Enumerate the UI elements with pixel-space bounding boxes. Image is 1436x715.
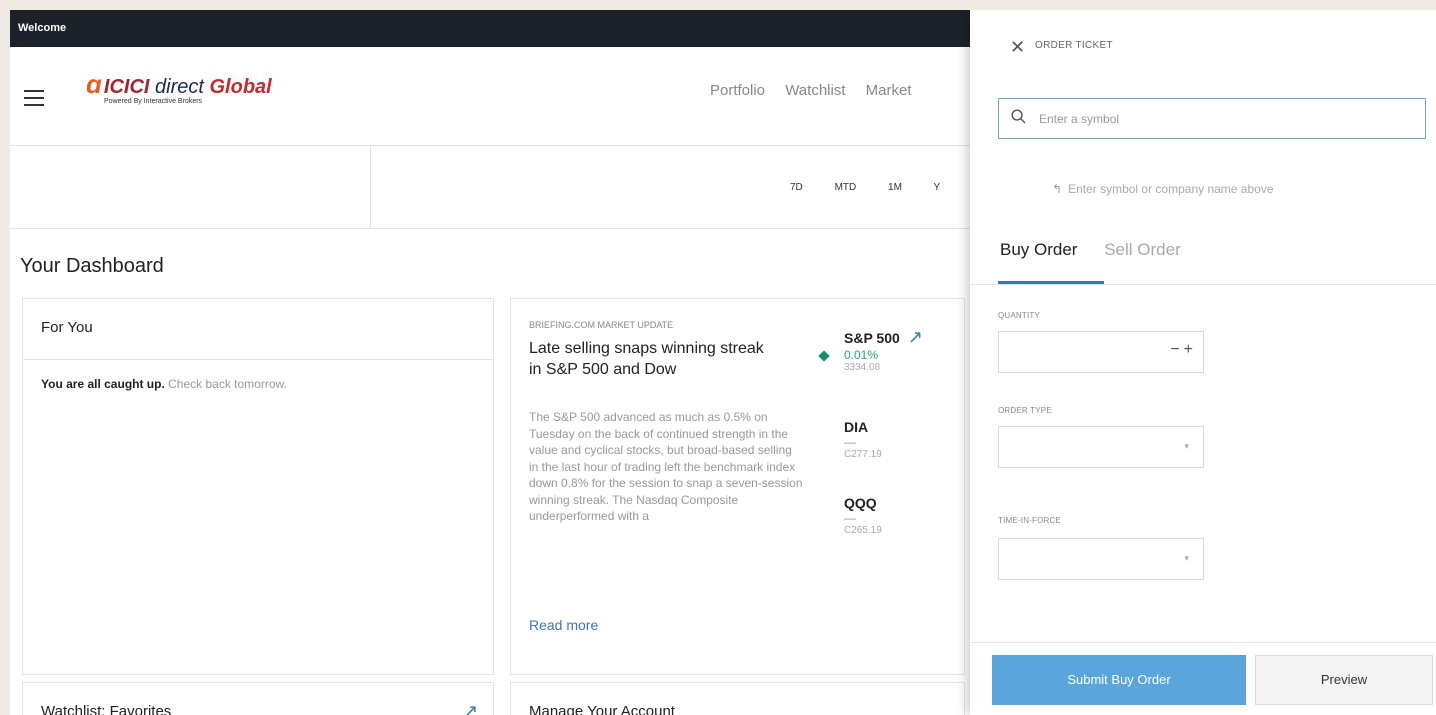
header: ɑ ICICI direct Global Powered By Interact… <box>10 47 970 146</box>
ticker-change: 0.01% <box>844 348 879 362</box>
watchlist-card: Watchlist: Favorites ↗ <box>22 682 494 715</box>
check-back-text: Check back tomorrow. <box>168 377 287 391</box>
ticker-dia[interactable]: DIA — C277.19 <box>844 419 882 460</box>
range-7d[interactable]: 7D <box>790 182 803 193</box>
logo-icon: ɑ <box>86 69 102 99</box>
search-icon <box>1011 109 1026 124</box>
ticker-symbol: S&P 500 <box>844 330 900 346</box>
minus-icon[interactable]: − <box>1170 341 1179 358</box>
briefing-body: The S&P 500 advanced as much as 0.5% on … <box>529 410 803 523</box>
order-type-label: ORDER TYPE <box>998 406 1052 415</box>
for-you-card: For You You are all caught up. Check bac… <box>22 298 494 675</box>
briefing-headline[interactable]: Late selling snaps winning streak in S&P… <box>529 338 779 380</box>
app-window: Welcome ɑ ICICI direct Global Powered By … <box>10 10 1436 715</box>
order-ticket-panel: ✕ ORDER TICKET ↰ Enter symbol or company … <box>970 10 1436 715</box>
range-selector: 7D MTD 1M Y <box>790 182 969 193</box>
chevron-down-icon: ▾ <box>1184 441 1189 451</box>
top-nav: Portfolio Watchlist Market <box>710 82 928 99</box>
ticker-symbol: QQQ <box>844 495 877 511</box>
manage-account-card: Manage Your Account <box>510 682 965 715</box>
order-type-select[interactable]: ▾ <box>998 426 1204 468</box>
ticker-price: C265.19 <box>844 525 882 536</box>
logo-brand: ICICI <box>103 76 150 98</box>
caught-up-message: You are all caught up. Check back tomorr… <box>41 377 287 391</box>
up-indicator-icon <box>818 350 830 362</box>
order-tabs: Buy Order Sell Order <box>1000 240 1181 260</box>
ticker-symbol: DIA <box>844 419 869 435</box>
logo-direct: direct <box>155 76 204 98</box>
submit-buy-order-button[interactable]: Submit Buy Order <box>992 655 1246 705</box>
logo[interactable]: ɑ ICICI direct Global Powered By Interact… <box>86 69 272 105</box>
range-1m[interactable]: 1M <box>888 182 902 193</box>
chevron-down-icon: ▾ <box>1184 553 1189 563</box>
tab-buy-order[interactable]: Buy Order <box>1000 240 1077 259</box>
nav-market[interactable]: Market <box>866 82 912 99</box>
briefing-card: BRIEFING.COM MARKET UPDATE Late selling … <box>510 298 965 675</box>
range-y[interactable]: Y <box>934 182 941 193</box>
menu-icon[interactable] <box>24 90 44 106</box>
tab-sell-order[interactable]: Sell Order <box>1104 240 1181 259</box>
quantity-stepper[interactable]: − + <box>998 331 1204 373</box>
plus-icon[interactable]: + <box>1184 341 1193 358</box>
divider <box>23 359 493 360</box>
watchlist-title: Watchlist: Favorites <box>41 703 172 715</box>
close-icon[interactable]: ✕ <box>1010 37 1025 58</box>
page-title: Your Dashboard <box>20 255 164 277</box>
briefing-kicker: BRIEFING.COM MARKET UPDATE <box>529 320 674 330</box>
read-more-link[interactable]: Read more <box>529 617 598 633</box>
manage-account-title: Manage Your Account <box>529 703 675 715</box>
ticker-change: — <box>844 435 856 449</box>
symbol-input[interactable] <box>1039 108 1399 130</box>
divider <box>970 642 1436 643</box>
time-in-force-label: TIME-IN-FORCE <box>998 516 1062 525</box>
search-hint-text: Enter symbol or company name above <box>1068 182 1274 196</box>
order-ticket-title: ORDER TICKET <box>1035 40 1113 51</box>
caught-up-text: You are all caught up. <box>41 377 165 391</box>
for-you-title: For You <box>41 319 93 336</box>
divider <box>970 284 1436 285</box>
quantity-label: QUANTITY <box>998 311 1041 320</box>
ticker-price: C277.19 <box>844 449 882 460</box>
arrow-up-left-icon: ↰ <box>1052 182 1063 196</box>
ticker-qqq[interactable]: QQQ — C265.19 <box>844 495 882 536</box>
range-mtd[interactable]: MTD <box>835 182 857 193</box>
nav-portfolio[interactable]: Portfolio <box>710 82 765 99</box>
range-left-panel <box>10 145 371 228</box>
time-in-force-select[interactable]: ▾ <box>998 538 1204 580</box>
ticker-sp500[interactable]: S&P 500 ↗ 0.01% 3334.08 <box>844 327 923 373</box>
ticker-change: — <box>844 511 856 525</box>
search-hint: ↰ Enter symbol or company name above <box>1052 182 1274 196</box>
logo-global: Global <box>209 76 272 98</box>
external-link-icon[interactable]: ↗ <box>463 701 478 715</box>
range-row: 7D MTD 1M Y <box>10 145 970 229</box>
nav-watchlist[interactable]: Watchlist <box>785 82 845 99</box>
preview-button[interactable]: Preview <box>1255 655 1433 705</box>
ticker-price: 3334.08 <box>844 362 881 373</box>
symbol-search <box>998 98 1426 139</box>
external-link-icon[interactable]: ↗ <box>908 327 923 347</box>
